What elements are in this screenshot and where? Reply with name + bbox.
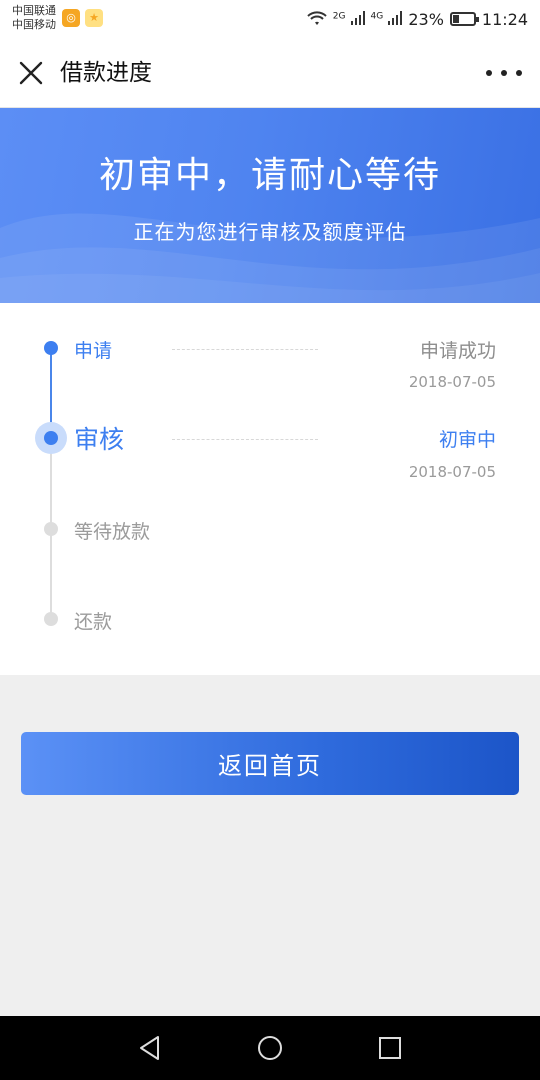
page-title: 借款进度 <box>60 60 152 86</box>
star-notification-icon: ★ <box>85 9 103 27</box>
carrier-2: 中国移动 <box>12 18 56 31</box>
return-home-button[interactable]: 返回首页 <box>21 732 519 795</box>
step-date-apply: 2018-07-05 <box>408 373 496 391</box>
more-options-icon[interactable] <box>486 60 522 86</box>
battery-percent: 23% <box>408 9 444 29</box>
back-icon[interactable] <box>136 1034 164 1062</box>
wifi-icon <box>307 11 327 25</box>
status-banner: 初审中，请耐心等待 正在为您进行审核及额度评估 <box>0 108 540 303</box>
status-bar: 中国联通 中国移动 ◎ ★ 2G 4G 23% 11:24 <box>0 0 540 38</box>
step-status-apply: 申请成功 <box>419 340 496 362</box>
carrier-info: 中国联通 中国移动 <box>12 4 56 32</box>
carrier-1: 中国联通 <box>12 4 56 17</box>
step-dot-pending <box>44 612 58 626</box>
banner-wave-decoration <box>0 213 540 303</box>
step-status-review: 初审中 <box>438 429 496 451</box>
signal-2g-icon: 2G <box>333 10 365 29</box>
battery-icon <box>449 12 479 26</box>
home-icon[interactable] <box>256 1034 284 1062</box>
nav-bar: 借款进度 <box>0 38 540 108</box>
step-dot-current <box>44 431 58 445</box>
step-label-apply: 申请 <box>74 340 113 362</box>
step-divider <box>172 349 318 350</box>
close-icon[interactable] <box>16 58 46 88</box>
system-nav-bar <box>0 1016 540 1080</box>
step-label-review: 审核 <box>74 425 125 454</box>
step-divider <box>172 439 318 440</box>
step-date-review: 2018-07-05 <box>408 463 496 481</box>
banner-subtitle: 正在为您进行审核及额度评估 <box>133 220 407 244</box>
step-dot-pending <box>44 522 58 536</box>
app-notification-icon: ◎ <box>62 9 80 27</box>
recents-icon[interactable] <box>376 1034 404 1062</box>
status-icons: 2G 4G 23% 11:24 <box>307 8 528 30</box>
banner-title: 初审中，请耐心等待 <box>98 155 441 196</box>
step-label-repayment: 还款 <box>74 611 113 633</box>
clock: 11:24 <box>481 9 528 29</box>
step-dot-completed <box>44 341 58 355</box>
step-label-disbursement: 等待放款 <box>74 521 151 543</box>
signal-4g-icon: 4G <box>371 10 403 29</box>
progress-timeline: 申请 申请成功 2018-07-05 审核 初审中 2018-07-05 等待放… <box>0 303 540 675</box>
